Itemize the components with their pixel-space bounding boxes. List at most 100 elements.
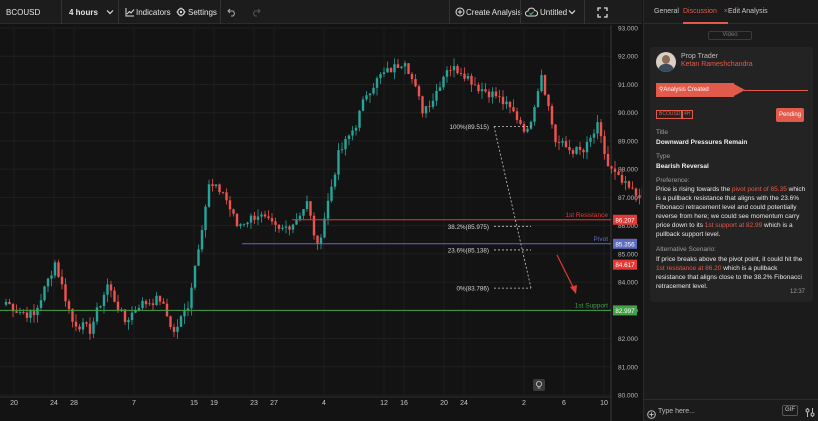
- chevron-down-icon[interactable]: [568, 0, 576, 24]
- candle-body: [400, 66, 403, 68]
- candle-body: [386, 68, 389, 73]
- tab-discussion-label: Discussion: [683, 8, 717, 15]
- candle-body: [498, 96, 501, 98]
- candle-body: [470, 75, 473, 85]
- candle-body: [214, 184, 218, 187]
- candle-body: [113, 290, 116, 302]
- gif-button[interactable]: GIF: [782, 405, 798, 416]
- candle-body: [221, 192, 225, 193]
- candle-body: [494, 91, 498, 97]
- create-analysis-button[interactable]: Create Analysis: [466, 0, 522, 24]
- candle-body: [148, 303, 151, 305]
- candle-body: [95, 307, 99, 322]
- fullscreen-icon[interactable]: [597, 0, 608, 24]
- candle-body: [564, 141, 568, 147]
- candle-body: [442, 76, 445, 88]
- banner-line: [744, 90, 808, 91]
- candle-body: [508, 101, 512, 108]
- cloud-check-icon[interactable]: [525, 0, 538, 24]
- candle-body: [414, 79, 417, 87]
- preference-label: Preference:: [656, 177, 690, 184]
- alternative-text: If price breaks above the pivot point, i…: [656, 256, 803, 290]
- tab-discussion[interactable]: Discussion ×: [683, 0, 728, 24]
- time-tick-label: 6: [562, 400, 566, 407]
- candle-body: [323, 218, 326, 238]
- candle-body: [197, 249, 200, 266]
- fib-level-label: 100%(89.515): [449, 124, 489, 131]
- lightbulb-icon[interactable]: [533, 379, 545, 391]
- time-tick-label: 19: [210, 400, 218, 407]
- candle-body: [575, 146, 578, 154]
- candle-body: [158, 295, 162, 302]
- candle-body: [466, 75, 470, 79]
- sliders-icon[interactable]: [805, 405, 815, 421]
- candle-body: [102, 294, 106, 307]
- candle-body: [333, 174, 337, 187]
- candle-body: [81, 322, 85, 330]
- fib-level-label: 38.2%(85.975): [448, 224, 489, 231]
- candle-body: [309, 201, 312, 216]
- candle-body: [372, 87, 375, 94]
- author-name[interactable]: Ketan Rameshchandra: [681, 61, 753, 68]
- gear-icon[interactable]: [176, 0, 186, 24]
- candle-body: [452, 66, 456, 71]
- layout-name[interactable]: Untitled: [540, 0, 567, 24]
- candle-body: [515, 111, 519, 120]
- chevron-down-icon[interactable]: [106, 0, 114, 24]
- indicators-icon[interactable]: [125, 0, 135, 24]
- candle-body: [141, 301, 144, 309]
- price-tick-label: 90.000: [618, 110, 638, 117]
- candle-body: [78, 326, 81, 330]
- toolbar-divider: [520, 0, 521, 24]
- fib-level-label: 0%(83.786): [456, 286, 489, 293]
- candle-body: [151, 303, 155, 306]
- candle-body: [568, 146, 571, 151]
- candle-body: [407, 63, 410, 74]
- candle-body: [375, 78, 379, 88]
- candle-body: [25, 312, 29, 318]
- indicators-button[interactable]: Indicators: [136, 0, 171, 24]
- candle-body: [330, 186, 333, 201]
- time-tick-label: 20: [10, 400, 18, 407]
- candle-body: [106, 284, 109, 295]
- candle-body: [207, 184, 211, 207]
- candle-body: [477, 84, 480, 92]
- candle-body: [365, 95, 368, 100]
- toolbar-divider: [449, 0, 450, 24]
- redo-icon[interactable]: [251, 0, 261, 24]
- candle-body: [36, 307, 39, 316]
- symbol-label[interactable]: BCOUSD: [6, 0, 40, 24]
- panel-tabs: General Discussion × Edit Analysis: [644, 0, 818, 24]
- side-panel: General Discussion × Edit Analysis Video …: [643, 0, 818, 421]
- alternative-label: Alternative Scenario:: [656, 246, 716, 253]
- time-tick-label: 12: [380, 400, 388, 407]
- tab-edit-analysis[interactable]: Edit Analysis: [728, 0, 768, 24]
- tab-general[interactable]: General: [654, 0, 679, 24]
- candle-body: [571, 150, 575, 154]
- candle-body: [459, 73, 463, 75]
- plus-circle-icon[interactable]: [647, 406, 656, 421]
- candle-body: [123, 309, 127, 323]
- candle-body: [368, 93, 372, 96]
- candle-body: [225, 192, 228, 201]
- price-chart[interactable]: 80.00081.00082.00083.00084.00085.00086.0…: [0, 25, 642, 421]
- candle-body: [127, 320, 130, 323]
- toolbar-divider: [118, 0, 119, 24]
- chart-canvas[interactable]: 80.00081.00082.00083.00084.00085.00086.0…: [0, 25, 642, 421]
- candle-body: [116, 301, 120, 311]
- price-tick-label: 80.000: [618, 393, 638, 400]
- candle-body: [603, 136, 606, 154]
- candle-body: [305, 201, 309, 210]
- candle-body: [596, 122, 599, 134]
- message-input[interactable]: [658, 405, 778, 417]
- candle-body: [260, 214, 263, 217]
- chart-toolbar: BCOUSD 4 hours Indicators Settings Creat…: [0, 0, 642, 24]
- settings-button[interactable]: Settings: [188, 0, 217, 24]
- candle-body: [550, 106, 554, 125]
- candle-body: [246, 222, 249, 225]
- video-button[interactable]: Video: [708, 31, 752, 40]
- interval-select[interactable]: 4 hours: [69, 0, 98, 24]
- plus-circle-icon[interactable]: [455, 0, 465, 24]
- undo-icon[interactable]: [227, 0, 237, 24]
- candle-body: [193, 265, 197, 288]
